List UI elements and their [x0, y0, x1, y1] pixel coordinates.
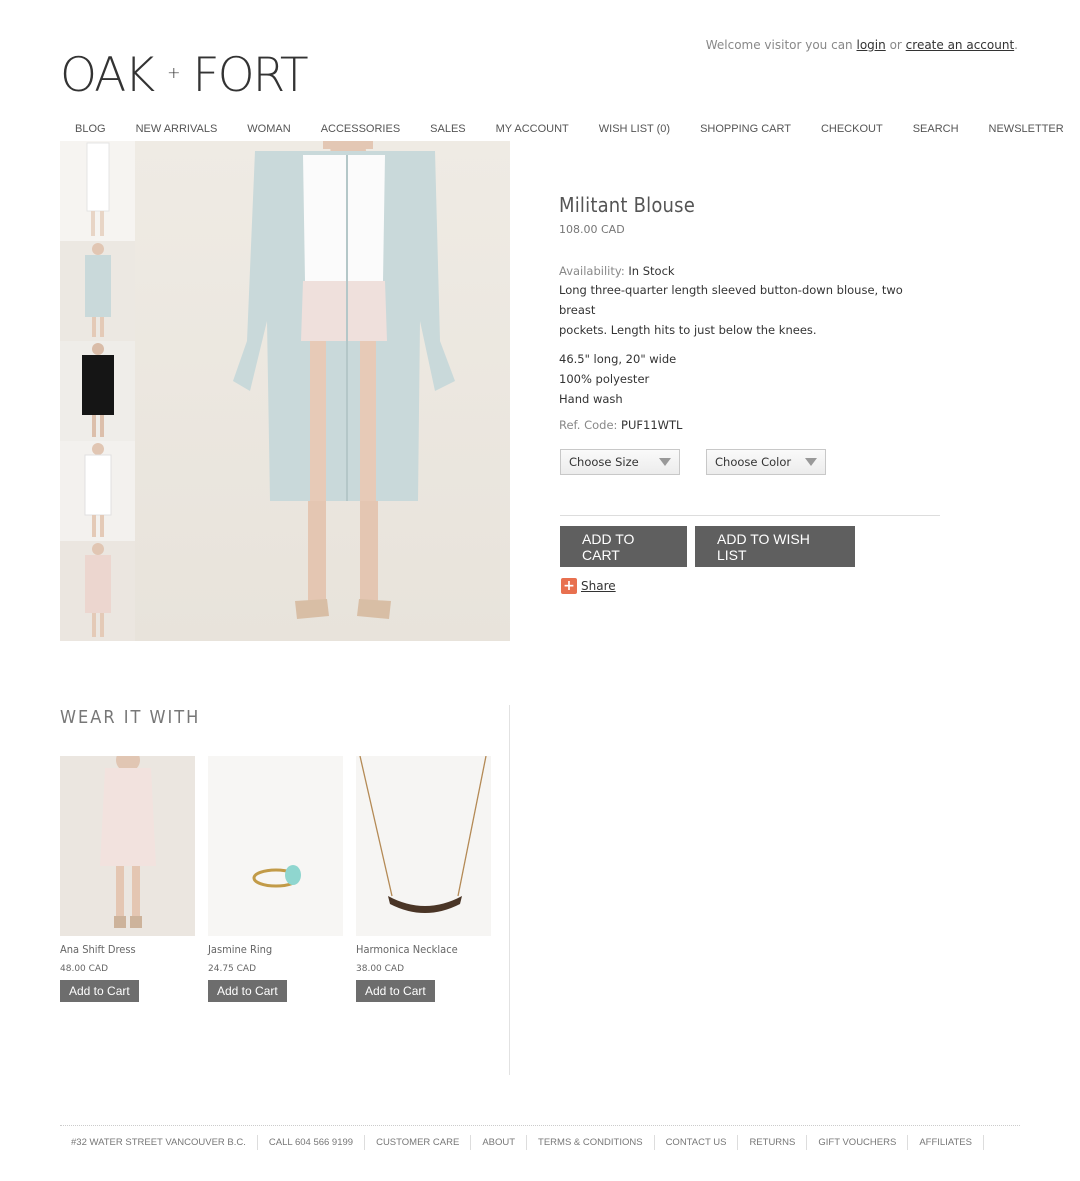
site-logo[interactable]: OAK + FORT: [60, 52, 309, 99]
share-plus-icon[interactable]: +: [561, 578, 577, 594]
product-specs: 46.5" long, 20" wide 100% polyester Hand…: [559, 349, 939, 409]
availability-value: In Stock: [628, 264, 675, 278]
spec-care: Hand wash: [559, 392, 623, 406]
welcome-message: Welcome visitor you can login or create …: [706, 38, 1018, 52]
color-select-label: Choose Color: [715, 455, 792, 469]
related-products: Ana Shift Dress 48.00 CAD Add to Cart Ja…: [60, 756, 491, 1002]
availability: Availability: In Stock: [559, 264, 939, 278]
nav-sales[interactable]: SALES: [415, 121, 480, 137]
thumbnail-white-shirt[interactable]: [60, 441, 135, 541]
size-select-label: Choose Size: [569, 455, 639, 469]
vertical-divider: [509, 705, 510, 1075]
nav-new-arrivals[interactable]: NEW ARRIVALS: [121, 121, 233, 137]
footer-gift-vouchers[interactable]: GIFT VOUCHERS: [807, 1135, 909, 1150]
color-select[interactable]: Choose Color: [706, 449, 826, 475]
product-description: Long three-quarter length sleeved button…: [559, 280, 939, 340]
product-price: 108.00 CAD: [559, 223, 625, 236]
nav-woman[interactable]: WOMAN: [232, 121, 305, 137]
product-actions: ADD TO CART ADD TO WISH LIST: [560, 526, 855, 567]
thumbnail-black-blouse[interactable]: [60, 341, 135, 441]
related-product-image[interactable]: [208, 756, 343, 936]
related-product-image[interactable]: [356, 756, 491, 936]
nav-newsletter[interactable]: NEWSLETTER: [974, 121, 1079, 137]
share-widget[interactable]: + Share: [561, 578, 616, 594]
related-product-name[interactable]: Harmonica Necklace: [356, 943, 491, 956]
divider: [560, 515, 940, 516]
related-product-price: 24.75 CAD: [208, 964, 256, 974]
related-product-name[interactable]: Jasmine Ring: [208, 943, 343, 956]
dropdown-arrow-icon: [805, 458, 817, 466]
ref-value: PUF11WTL: [621, 418, 683, 432]
login-link[interactable]: login: [857, 38, 886, 52]
ref-label: Ref. Code:: [559, 418, 618, 432]
welcome-prefix: Welcome visitor you can: [705, 38, 853, 52]
footer-affiliates[interactable]: AFFILIATES: [908, 1135, 984, 1150]
add-to-wishlist-button[interactable]: ADD TO WISH LIST: [695, 526, 855, 567]
footer-contact[interactable]: CONTACT US: [655, 1135, 739, 1150]
nav-checkout[interactable]: CHECKOUT: [806, 121, 898, 137]
footer-divider: [60, 1125, 1020, 1126]
logo-plus: +: [167, 62, 180, 82]
logo-fort: FORT: [192, 48, 309, 103]
related-product-image[interactable]: [60, 756, 195, 936]
related-product: Jasmine Ring 24.75 CAD Add to Cart: [208, 756, 343, 1002]
add-to-cart-button[interactable]: Add to Cart: [60, 980, 139, 1002]
dropdown-arrow-icon: [659, 458, 671, 466]
share-link[interactable]: Share: [581, 579, 616, 593]
nav-search[interactable]: SEARCH: [898, 121, 974, 137]
nav-accessories[interactable]: ACCESSORIES: [306, 121, 415, 137]
description-line: Long three-quarter length sleeved button…: [559, 283, 903, 317]
footer-nav: #32 WATER STREET VANCOUVER B.C. CALL 604…: [60, 1135, 984, 1150]
main-nav: BLOG NEW ARRIVALS WOMAN ACCESSORIES SALE…: [60, 121, 1064, 137]
related-product-price: 38.00 CAD: [356, 964, 404, 974]
welcome-end: .: [1014, 38, 1018, 52]
related-product: Ana Shift Dress 48.00 CAD Add to Cart: [60, 756, 195, 1002]
spec-material: 100% polyester: [559, 372, 650, 386]
footer-returns[interactable]: RETURNS: [738, 1135, 808, 1150]
related-product-price: 48.00 CAD: [60, 964, 108, 974]
related-product: Harmonica Necklace 38.00 CAD Add to Cart: [356, 756, 491, 1002]
footer-customer-care[interactable]: CUSTOMER CARE: [365, 1135, 472, 1150]
add-to-cart-button[interactable]: Add to Cart: [356, 980, 435, 1002]
size-select[interactable]: Choose Size: [560, 449, 680, 475]
thumbnail-white-long[interactable]: [60, 141, 135, 241]
nav-blog[interactable]: BLOG: [60, 121, 121, 137]
or-text: or: [889, 38, 902, 52]
thumbnail-blue-blouse[interactable]: [60, 241, 135, 341]
nav-shopping-cart[interactable]: SHOPPING CART: [685, 121, 806, 137]
product-title: Militant Blouse: [559, 193, 695, 217]
wear-it-with-title: WEAR IT WITH: [60, 707, 201, 728]
spec-dimensions: 46.5" long, 20" wide: [559, 352, 677, 366]
related-product-name[interactable]: Ana Shift Dress: [60, 943, 195, 956]
description-line: pockets. Length hits to just below the k…: [559, 323, 817, 337]
footer-address: #32 WATER STREET VANCOUVER B.C.: [60, 1135, 258, 1150]
footer-about[interactable]: ABOUT: [471, 1135, 528, 1150]
logo-oak: OAK: [60, 48, 155, 103]
add-to-cart-button[interactable]: Add to Cart: [208, 980, 287, 1002]
ref-code: Ref. Code: PUF11WTL: [559, 418, 939, 432]
product-options: Choose Size Choose Color: [560, 449, 826, 475]
nav-wish-list[interactable]: WISH LIST (0): [584, 121, 685, 137]
product-info: Militant Blouse 108.00 CAD Availability:…: [559, 193, 939, 432]
footer-phone[interactable]: CALL 604 566 9199: [258, 1135, 366, 1150]
product-thumbnails: [60, 141, 135, 641]
product-main-image[interactable]: [135, 141, 510, 641]
nav-my-account[interactable]: MY ACCOUNT: [481, 121, 584, 137]
create-account-link[interactable]: create an account: [906, 38, 1015, 52]
thumbnail-pink-blouse[interactable]: [60, 541, 135, 641]
footer-terms[interactable]: TERMS & CONDITIONS: [527, 1135, 655, 1150]
availability-label: Availability:: [559, 264, 625, 278]
add-to-cart-button[interactable]: ADD TO CART: [560, 526, 687, 567]
